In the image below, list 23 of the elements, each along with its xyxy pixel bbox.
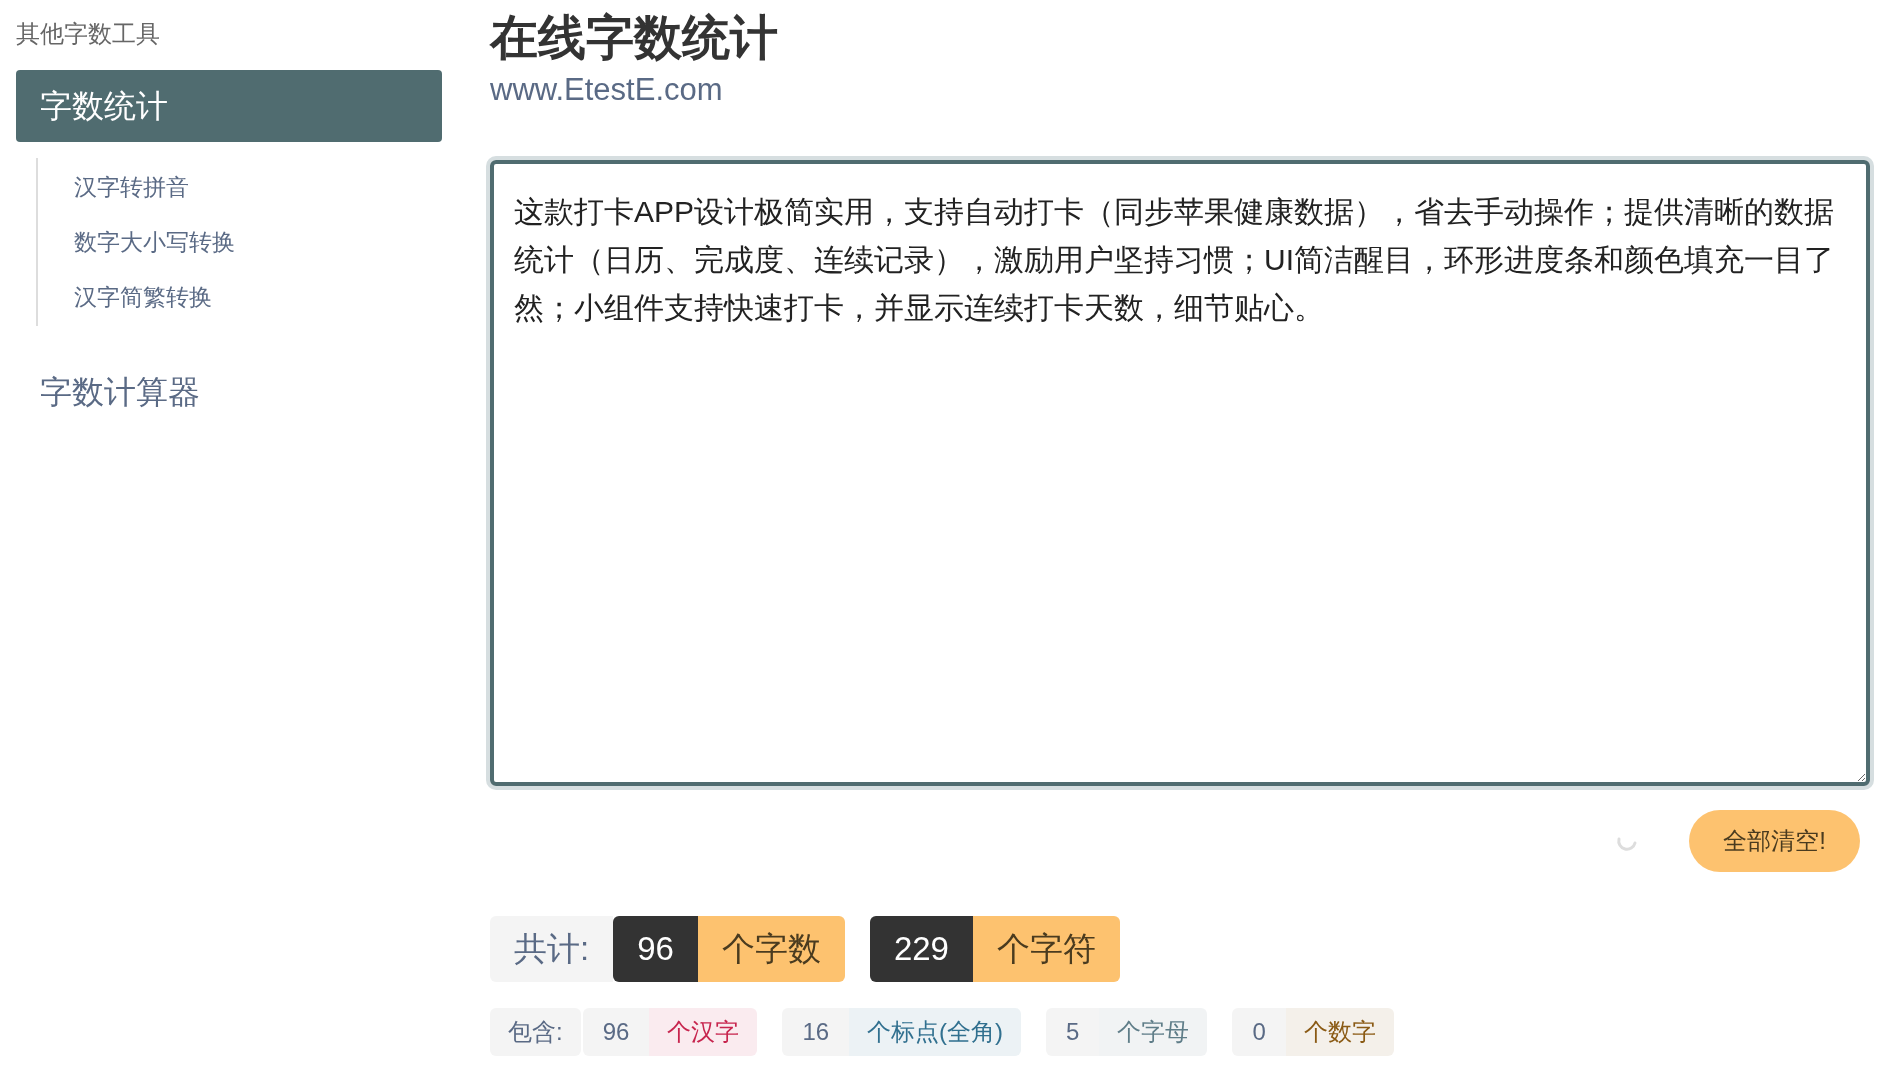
- site-url[interactable]: www.EtestE.com: [490, 70, 723, 110]
- total-label: 共计:: [490, 916, 614, 982]
- sidebar-subitem[interactable]: 汉字转拼音: [74, 166, 189, 208]
- breakdown-count: 5: [1046, 1008, 1100, 1056]
- count-unit: 个字数: [697, 916, 845, 982]
- count-value: 229: [869, 916, 973, 982]
- sidebar-subitem[interactable]: 数字大小写转换: [74, 221, 235, 263]
- breakdown-unit: 个字母: [1099, 1008, 1208, 1056]
- breakdown-unit: 个数字: [1285, 1008, 1394, 1056]
- count-unit: 个字符: [972, 916, 1120, 982]
- breakdown-unit: 个标点(全角): [849, 1008, 1022, 1056]
- sidebar-item[interactable]: 字数计算器: [16, 356, 442, 428]
- breakdown-count: 96: [582, 1008, 650, 1056]
- breakdown-label: 包含:: [490, 1008, 581, 1056]
- sidebar-heading: 其他字数工具: [16, 19, 161, 49]
- sidebar-subitem[interactable]: 汉字简繁转换: [74, 276, 212, 318]
- breakdown-count: 16: [782, 1008, 850, 1056]
- sidebar-item[interactable]: 字数统计: [16, 70, 442, 142]
- breakdown-unit: 个汉字: [649, 1008, 758, 1056]
- count-value: 96: [613, 916, 698, 982]
- clear-all-button[interactable]: 全部清空!: [1689, 810, 1860, 872]
- breakdown-count: 0: [1232, 1008, 1286, 1056]
- page-title: 在线字数统计: [490, 10, 778, 66]
